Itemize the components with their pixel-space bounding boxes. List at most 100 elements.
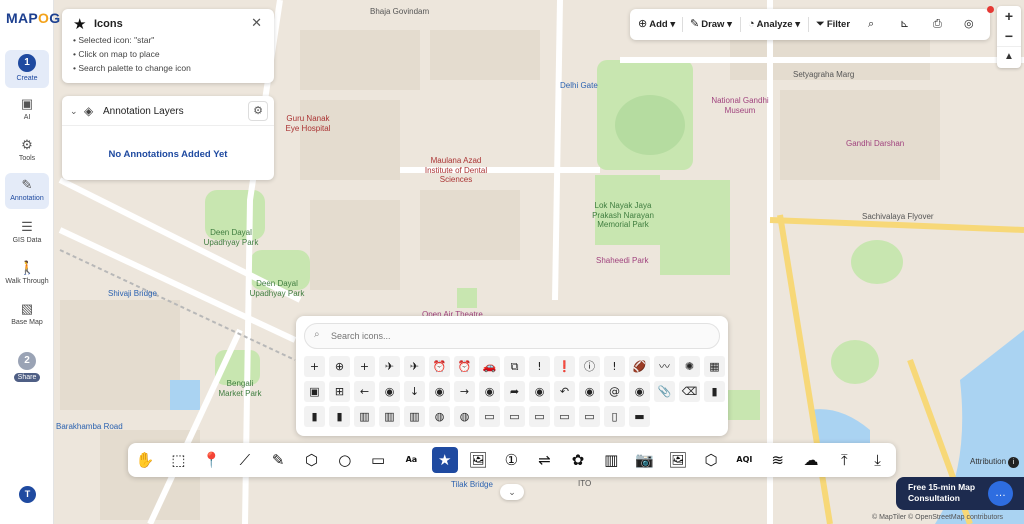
icon-option[interactable]: ▭	[554, 406, 575, 427]
chat-icon[interactable]: …	[988, 481, 1013, 506]
avatar[interactable]: T	[19, 486, 36, 503]
icon-option[interactable]: ↓	[404, 381, 425, 402]
icon-option[interactable]: ◍	[429, 406, 450, 427]
icon-option[interactable]: ▭	[504, 406, 525, 427]
image-icon[interactable]: 🖼	[465, 447, 491, 473]
icon-option[interactable]: ▬	[629, 406, 650, 427]
hand-icon[interactable]: ✋	[132, 447, 158, 473]
icon-option[interactable]: →	[454, 381, 475, 402]
icon-option[interactable]: ✈	[404, 356, 425, 377]
icon-option[interactable]: ▥	[354, 406, 375, 427]
chevron-down-icon[interactable]: ⌄	[70, 106, 78, 117]
upload-icon[interactable]: ⤒	[831, 447, 857, 473]
compass-icon[interactable]: ▲	[997, 46, 1021, 66]
analyze-button[interactable]: ◔ Analyze ▾	[748, 9, 800, 40]
icon-option[interactable]: +	[304, 356, 325, 377]
icon-option[interactable]: ▮	[304, 406, 325, 427]
icon-option[interactable]: ◉	[479, 381, 500, 402]
freehand-shape-icon[interactable]: ✿	[565, 447, 591, 473]
icon-option[interactable]: ↶	[554, 381, 575, 402]
route-icon[interactable]: ⇌	[532, 447, 558, 473]
icon-option[interactable]: ◉	[529, 381, 550, 402]
icon-option[interactable]: ❗	[554, 356, 575, 377]
icon-option[interactable]: ◉	[579, 381, 600, 402]
chevron-down-icon[interactable]: ⌄	[500, 484, 524, 500]
attribution[interactable]: Attribution i	[970, 457, 1020, 468]
sidebar-item-share[interactable]: 2 Share	[5, 348, 49, 384]
icon-option[interactable]: ▣	[304, 381, 325, 402]
icon-option[interactable]: ▥	[379, 406, 400, 427]
sidebar-item-create[interactable]: 1 Create	[5, 50, 49, 88]
draw-button[interactable]: ✎ Draw ▾	[690, 9, 732, 40]
cube-icon[interactable]: ⬡	[698, 447, 724, 473]
building-icon[interactable]: ▥	[598, 447, 624, 473]
sidebar-item-annotation[interactable]: ✎ Annotation	[5, 173, 49, 209]
icon-option[interactable]: ▦	[704, 356, 725, 377]
text-icon[interactable]: Aa	[398, 447, 424, 473]
icon-option[interactable]: ▭	[479, 406, 500, 427]
icon-option[interactable]: ▮	[704, 381, 725, 402]
polygon-icon[interactable]: ⬡	[299, 447, 325, 473]
weather-icon[interactable]: ☁	[798, 447, 824, 473]
sidebar-item-gis-data[interactable]: ☰ GIS Data	[5, 219, 49, 249]
pen-icon[interactable]: ✎	[265, 447, 291, 473]
icon-option[interactable]: ⧉	[504, 356, 525, 377]
zoom-out-button[interactable]: −	[997, 26, 1021, 46]
icon-option[interactable]: ▭	[579, 406, 600, 427]
icon-option[interactable]: ➦	[504, 381, 525, 402]
icon-option[interactable]: ✈	[379, 356, 400, 377]
collapse-sidebar-icon[interactable]: ›	[56, 14, 59, 25]
locate-icon[interactable]: ◎	[964, 9, 976, 40]
marker-icon[interactable]: 📍	[199, 447, 225, 473]
aqi-icon[interactable]: AQI	[731, 447, 757, 473]
icon-option[interactable]: !	[604, 356, 625, 377]
icon-option[interactable]: 🚗	[479, 356, 500, 377]
star-icon[interactable]: ★	[431, 447, 458, 473]
sidebar-item-tools[interactable]: ⚙ Tools	[5, 137, 49, 167]
icon-option[interactable]: ✺	[679, 356, 700, 377]
icon-option[interactable]: !	[529, 356, 550, 377]
icon-option[interactable]: ⊕	[329, 356, 350, 377]
icon-option[interactable]: 〰	[654, 356, 675, 377]
icon-option[interactable]: ⏰	[429, 356, 450, 377]
download-icon[interactable]: ⤓	[865, 447, 891, 473]
print-icon[interactable]: ⎙	[933, 9, 944, 40]
icon-option[interactable]: ⌫	[679, 381, 700, 402]
icon-option[interactable]: ⊞	[329, 381, 350, 402]
zoom-in-button[interactable]: +	[997, 6, 1021, 26]
rectangle-icon[interactable]: ▭	[365, 447, 391, 473]
consultation-banner[interactable]: Free 15-min Map Consultation …	[896, 477, 1024, 510]
photo-icon[interactable]: 🖼	[665, 447, 691, 473]
icon-option[interactable]: ←	[354, 381, 375, 402]
icon-option[interactable]: ▮	[329, 406, 350, 427]
filter-button[interactable]: ⏷ Filter	[816, 9, 850, 40]
icon-option[interactable]: @	[604, 381, 625, 402]
icon-option[interactable]: ◍	[454, 406, 475, 427]
layer-settings-button[interactable]: ⚙	[248, 101, 268, 121]
number-icon[interactable]: ①	[498, 447, 524, 473]
sidebar-item-ai[interactable]: ▣ AI	[5, 96, 49, 126]
select-area-icon[interactable]: ⬚	[165, 447, 191, 473]
circle-icon[interactable]: ○	[332, 447, 358, 473]
sidebar-item-walk-through[interactable]: 🚶 Walk Through	[5, 260, 49, 290]
icon-option[interactable]: ▭	[529, 406, 550, 427]
icon-option[interactable]: ◉	[629, 381, 650, 402]
close-icon[interactable]: ✕	[251, 15, 262, 31]
icon-option[interactable]: 🏈	[629, 356, 650, 377]
camera-icon[interactable]: 📷	[632, 447, 658, 473]
icon-option[interactable]: ◉	[429, 381, 450, 402]
wind-icon[interactable]: ≋	[765, 447, 791, 473]
sidebar-item-base-map[interactable]: ▧ Base Map	[5, 301, 49, 331]
icon-option[interactable]: ▥	[404, 406, 425, 427]
icon-option[interactable]: 📎	[654, 381, 675, 402]
measure-icon[interactable]: ⊾	[900, 9, 911, 40]
add-button[interactable]: ⊕ Add ▾	[638, 9, 675, 40]
icon-option[interactable]: ⏰	[454, 356, 475, 377]
icon-option[interactable]: +	[354, 356, 375, 377]
search-icon[interactable]: ⌕	[868, 9, 876, 40]
icon-search-input[interactable]	[331, 328, 701, 344]
line-icon[interactable]: ⟋	[232, 447, 258, 473]
icon-option[interactable]: ⓘ	[579, 356, 600, 377]
icon-option[interactable]: ◉	[379, 381, 400, 402]
icon-option[interactable]: ▯	[604, 406, 625, 427]
